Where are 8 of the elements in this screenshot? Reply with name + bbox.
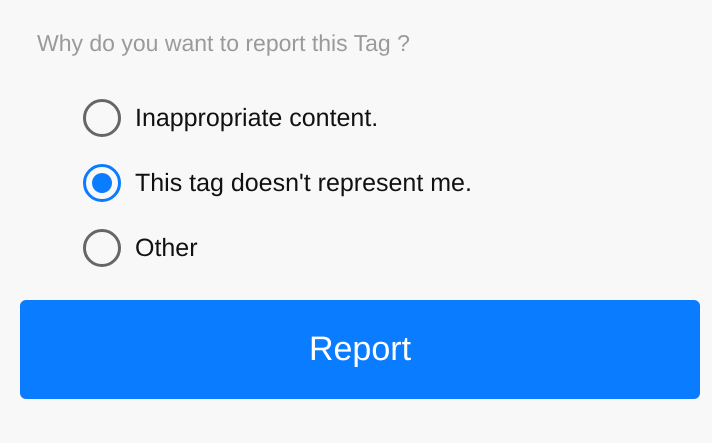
radio-button[interactable] bbox=[83, 164, 121, 202]
question-text: Why do you want to report this Tag ? bbox=[37, 30, 411, 57]
report-button[interactable]: Report bbox=[20, 300, 700, 399]
option-label[interactable]: This tag doesn't represent me. bbox=[135, 168, 472, 198]
radio-button[interactable] bbox=[83, 229, 121, 267]
radio-button[interactable] bbox=[83, 99, 121, 137]
option-label[interactable]: Inappropriate content. bbox=[135, 104, 378, 132]
option-label[interactable]: Other bbox=[135, 234, 198, 262]
